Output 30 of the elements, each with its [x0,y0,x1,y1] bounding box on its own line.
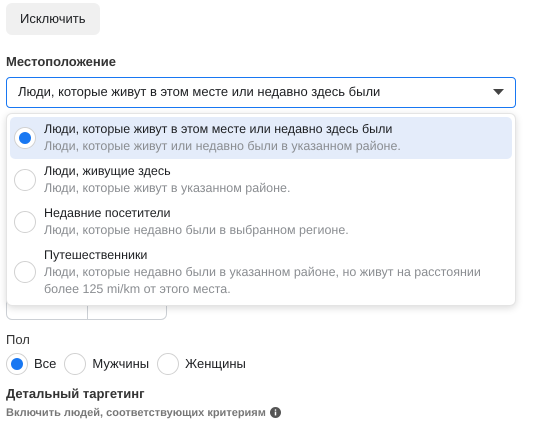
radio-button[interactable] [14,261,36,283]
radio-button[interactable] [64,353,86,375]
radio-label: Все [34,355,56,374]
location-select[interactable]: Люди, которые живут в этом месте или недавно здесь были [6,76,516,108]
radio-button[interactable] [14,210,36,232]
option-title: Люди, которые живут в этом месте или недавно здесь были [44,120,394,138]
info-icon[interactable] [270,407,281,418]
radio-button[interactable] [14,168,36,190]
caret-icon [493,89,504,95]
option-description: Люди, которые живут или недавно были в указанном районе. [44,138,401,154]
location-option[interactable]: Недавние посетители Люди, которые недавно были в выбранном регионе. [10,200,512,242]
radio-label: Женщины [185,355,246,374]
field-label: Пол [6,330,31,348]
option-description: Люди, которые недавно были в указанном районе, но живут на расстоянии более 125 mi/km от этого места. [44,264,482,298]
option-title: Путешественники [44,246,148,264]
radio-label: Мужчины [92,355,150,374]
option-title: Люди, живущие здесь [44,162,172,180]
option-description: Люди, которые живут в указанном районе. [44,180,290,196]
radio-button[interactable] [14,126,36,148]
radio-button[interactable] [6,353,28,375]
location-option[interactable]: Люди, живущие здесь Люди, которые живут в указанном районе. [10,158,512,200]
exclude-button[interactable]: Исключить [6,3,100,35]
radio-button[interactable] [157,353,180,375]
location-option[interactable]: Путешественники Люди, которые недавно были в указанном районе, но живут на расстоянии более 125 mi/km от этого места. [10,242,512,302]
field-label: Местоположение [6,53,117,71]
section-title: Детальный таргетинг [6,385,146,403]
option-title: Недавние посетители [44,204,172,222]
section-subtitle: Включить людей, соответствующих критериям [6,406,266,420]
option-description: Люди, которые недавно были в выбранном регионе. [44,222,349,238]
location-option[interactable]: Люди, которые живут в этом месте или недавно здесь были Люди, которые живут или недавно были в указанном районе. [10,116,512,158]
